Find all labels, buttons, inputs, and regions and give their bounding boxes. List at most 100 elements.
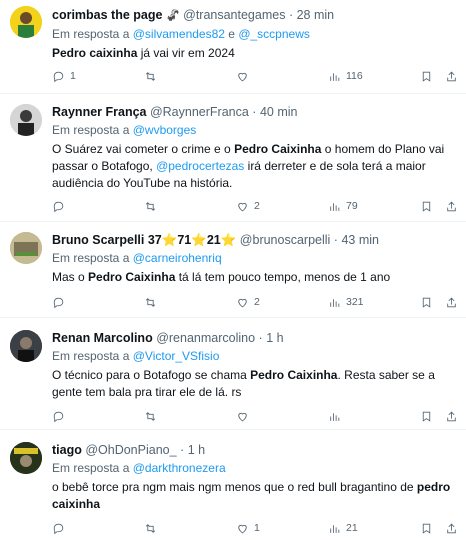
retweet-button[interactable] [144,410,184,423]
like-count: 2 [254,200,260,212]
reply-mention[interactable]: @silvamendes82 [133,27,225,41]
user-handle[interactable]: @transantegames [183,8,285,22]
avatar-image-icon [10,330,42,362]
display-name[interactable]: corimbas the page [52,8,162,22]
timestamp[interactable]: 43 min [341,233,379,247]
like-button[interactable]: 1 [236,522,276,535]
text-segment: tá lá tem pouco tempo, menos de 1 ano [175,270,391,284]
like-count: 1 [254,522,260,534]
reply-context: Em resposta a @wvborges [52,122,458,139]
heart-icon [238,72,247,81]
views-count: 21 [346,522,358,534]
retweet-icon [145,71,156,81]
timestamp[interactable]: 1 h [188,443,205,457]
retweet-button[interactable] [144,200,184,213]
bookmark-icon[interactable] [420,70,433,83]
tweet-actions [52,406,458,426]
user-handle[interactable]: @renanmarcolino [156,331,255,345]
reply-button[interactable] [52,296,92,309]
like-button[interactable]: 2 [236,200,276,213]
reply-mention[interactable]: @Victor_VSfisio [133,349,220,363]
reply-prefix: Em resposta a [52,461,130,475]
like-button[interactable] [236,70,276,83]
tweet-header: corimbas the page 🦨 @transantegames · 28… [52,7,458,24]
timestamp[interactable]: 28 min [297,8,335,22]
tweet-3[interactable]: Bruno Scarpelli 37⭐71⭐21⭐ @brunoscarpell… [0,222,466,318]
inline-mention[interactable]: @pedrocertezas [156,159,244,173]
reply-mention[interactable]: @darkthronezera [133,461,226,475]
timestamp[interactable]: 1 h [266,331,283,345]
tweet-1[interactable]: corimbas the page 🦨 @transantegames · 28… [0,0,466,94]
user-handle[interactable]: @brunoscarpelli [240,233,331,247]
share-icon[interactable] [445,522,458,535]
tweet-header: tiago @OhDonPiano_ · 1 h [52,442,458,458]
share-icon[interactable] [445,410,458,423]
text-segment: O técnico para o Botafogo se chama [52,368,251,382]
bookmark-icon[interactable] [420,522,433,535]
display-name[interactable]: Raynner França [52,105,146,119]
reply-mention[interactable]: @carneirohenriq [133,251,222,265]
views-count: 79 [346,200,358,212]
views-button[interactable] [328,410,368,423]
share-icon[interactable] [445,296,458,309]
user-handle[interactable]: @RaynnerFranca [150,105,249,119]
reply-count: 1 [70,70,76,82]
separator: · [252,105,257,119]
avatar[interactable] [10,104,42,136]
reply-prefix: Em resposta a [52,251,130,265]
reply-button[interactable] [52,522,92,535]
bookmark-icon[interactable] [420,410,433,423]
name-badge: 71 [177,233,192,247]
tweet-4[interactable]: Renan Marcolino @renanmarcolino · 1 h Em… [0,318,466,430]
like-button[interactable]: 2 [236,296,276,309]
timestamp[interactable]: 40 min [260,105,298,119]
like-button[interactable] [236,410,276,423]
retweet-button[interactable] [144,296,184,309]
bookmark-icon[interactable] [420,296,433,309]
retweet-icon [145,297,156,307]
text-segment: Mas o [52,270,89,284]
mention-joiner: e [228,27,235,41]
user-handle[interactable]: @OhDonPiano_ [85,443,176,457]
avatar[interactable] [10,442,42,474]
retweet-button[interactable] [144,70,184,83]
star-icon: ⭐ [191,233,207,247]
tweet-text: o bebê torce pra ngm mais ngm menos que … [52,479,458,513]
share-icon[interactable] [445,200,458,213]
avatar[interactable] [10,330,42,362]
avatar-image-icon [10,442,42,474]
views-chart-icon [330,298,340,307]
reply-button[interactable] [52,410,92,423]
separator: · [180,443,185,457]
reply-button[interactable] [52,200,92,213]
reply-button[interactable]: 1 [52,70,92,83]
views-button[interactable]: 79 [328,200,368,213]
share-icon[interactable] [445,70,458,83]
views-button[interactable]: 116 [328,70,368,83]
reply-prefix: Em resposta a [52,27,130,41]
display-name[interactable]: Renan Marcolino [52,331,153,345]
views-count: 321 [346,296,364,308]
bookmark-icon[interactable] [420,200,433,213]
separator: · [288,8,294,22]
like-count: 2 [254,296,260,308]
tweet-header: Raynner França @RaynnerFranca · 40 min [52,104,458,120]
views-button[interactable]: 21 [328,522,368,535]
tweet-actions: 1 116 [52,66,458,86]
retweet-button[interactable] [144,522,184,535]
display-name[interactable]: tiago [52,443,82,457]
tweet-5[interactable]: tiago @OhDonPiano_ · 1 h Em resposta a @… [0,430,466,540]
tweet-text: O Suárez vai cometer o crime e o Pedro C… [52,141,458,192]
display-name[interactable]: Bruno Scarpelli 37 [52,233,162,247]
avatar-image-icon [10,104,42,136]
views-button[interactable]: 321 [328,296,368,309]
reply-mention[interactable]: @wvborges [133,123,197,137]
skunk-emoji: 🦨 [165,10,180,22]
tweet-2[interactable]: Raynner França @RaynnerFranca · 40 min E… [0,94,466,222]
reply-mention[interactable]: @_sccpnews [238,27,310,41]
heart-icon [238,298,247,307]
avatar[interactable] [10,6,42,38]
avatar[interactable] [10,232,42,264]
text-segment-bold: Pedro Caixinha [250,368,338,382]
avatar-image-icon [10,232,42,264]
